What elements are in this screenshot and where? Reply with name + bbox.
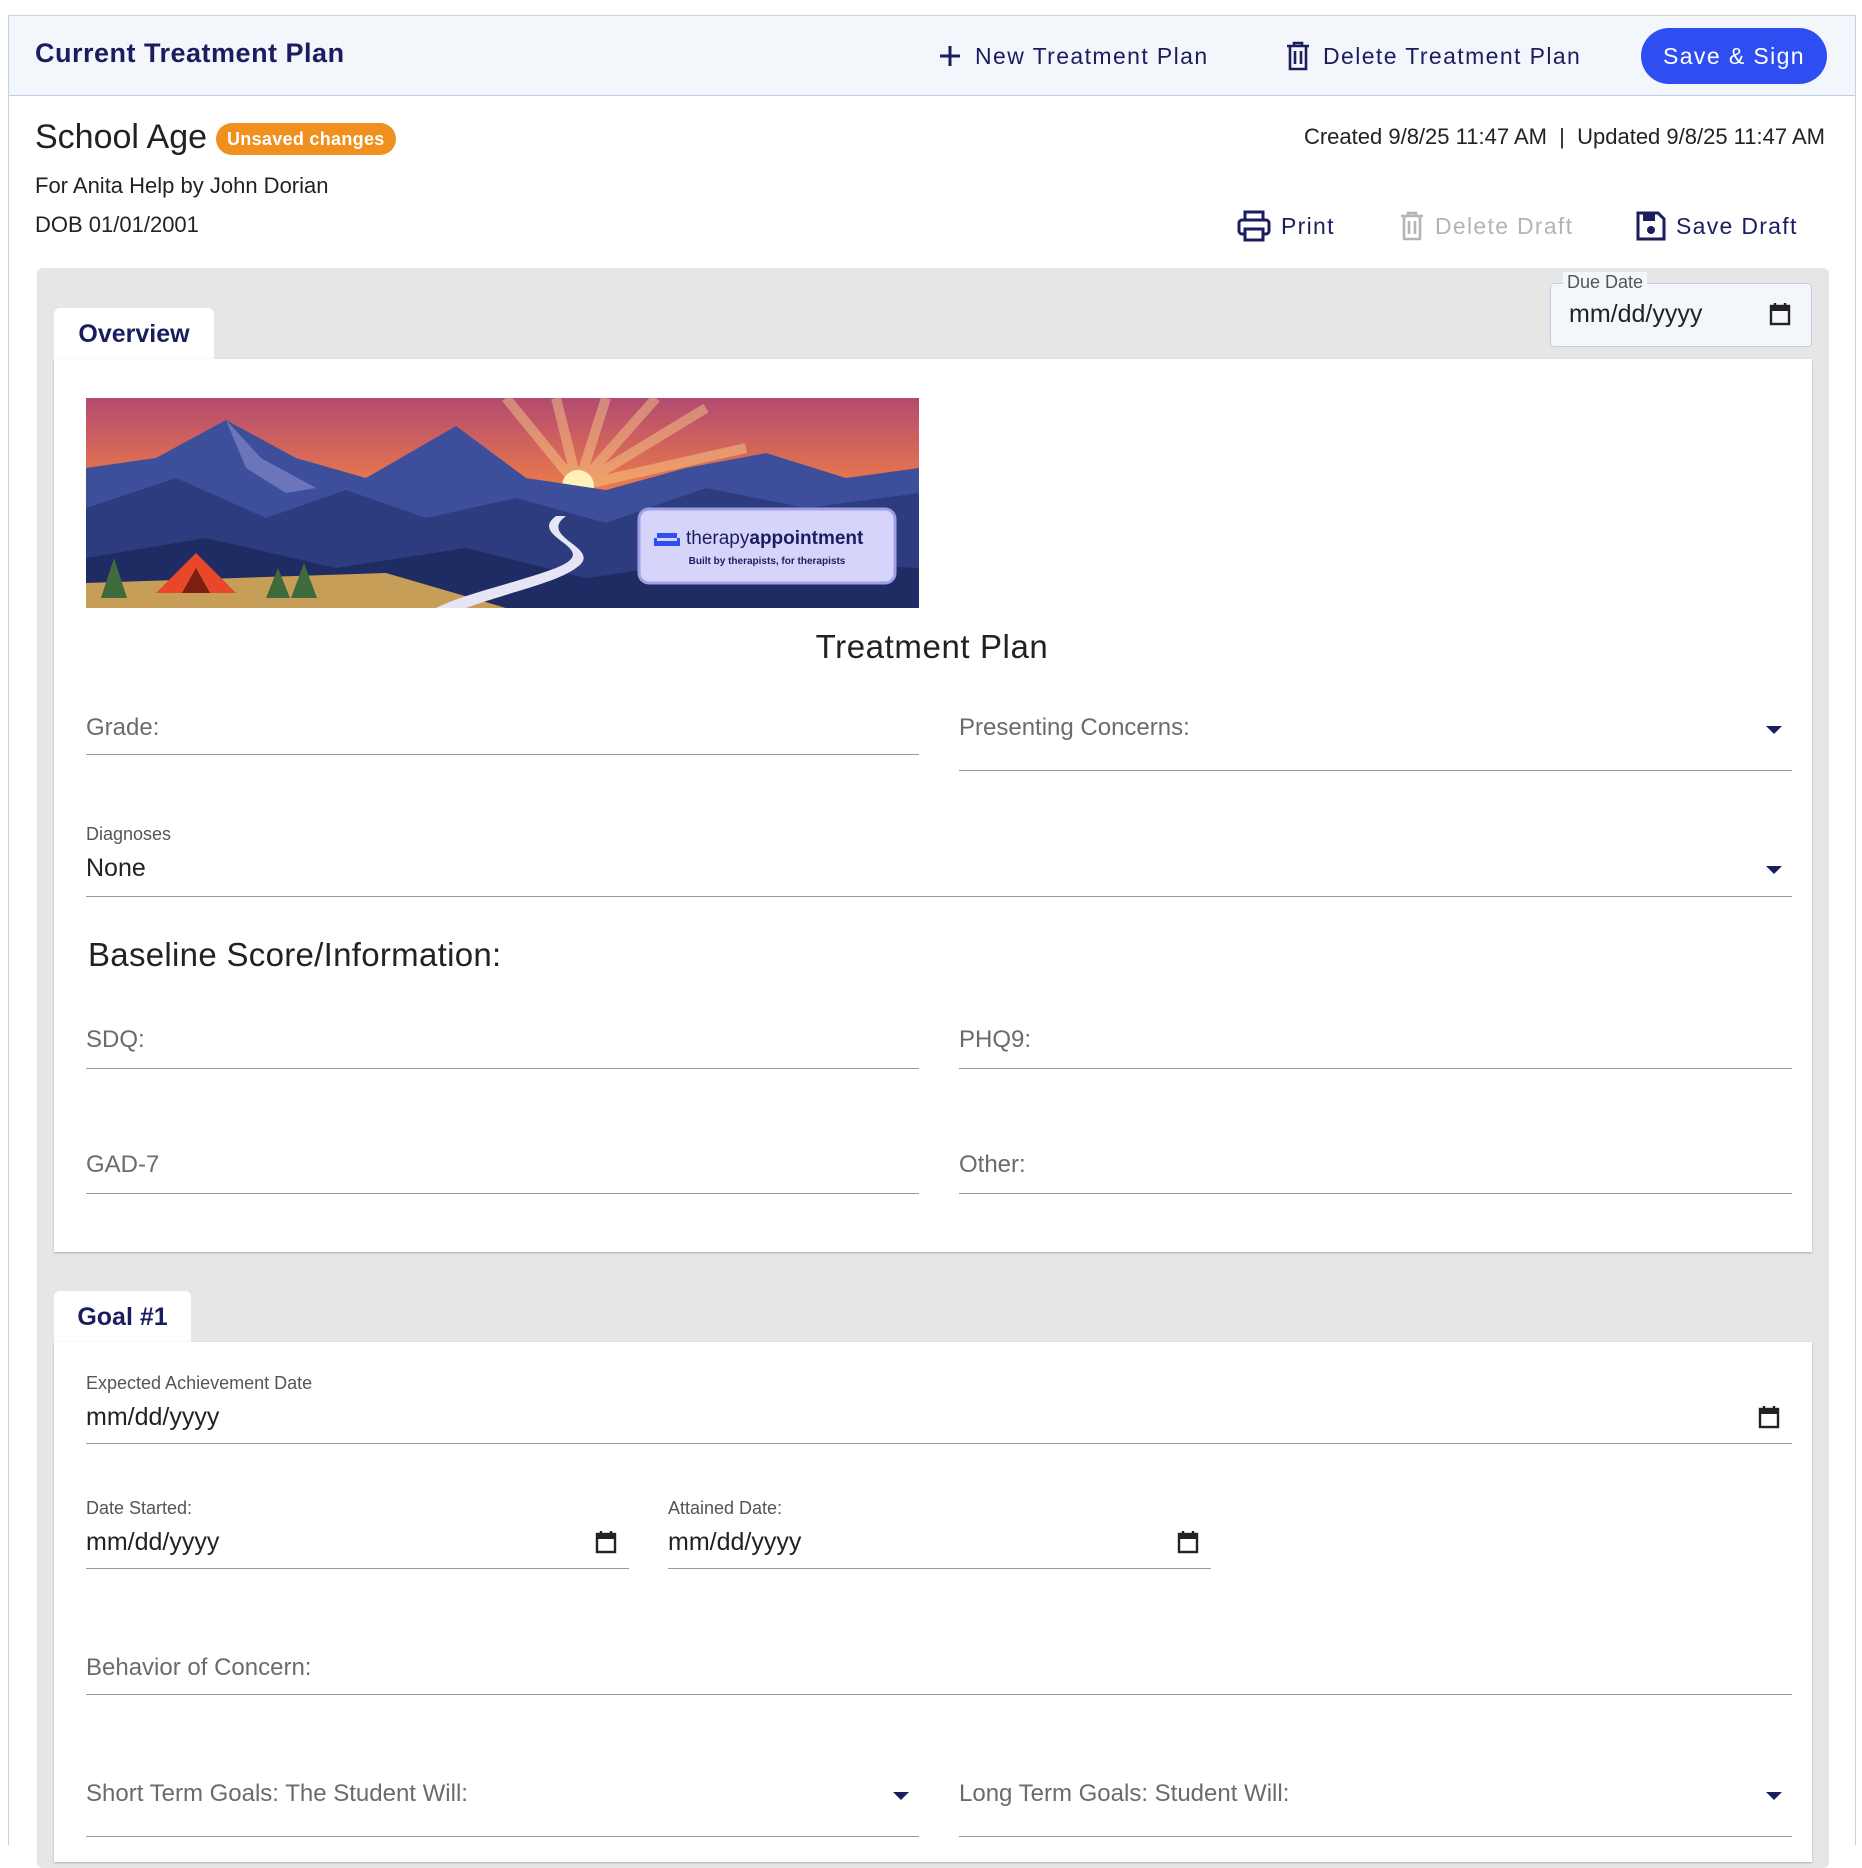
document-title: Treatment Plan <box>815 628 1049 665</box>
therapy-appointment-banner: therapyappointment Built by therapists, … <box>86 398 919 608</box>
plus-icon <box>940 46 960 66</box>
attained-date-value: mm/dd/yyyy <box>668 1528 802 1556</box>
new-treatment-plan-label: New Treatment Plan <box>975 42 1209 69</box>
due-date-value: mm/dd/yyyy <box>1569 300 1703 328</box>
calendar-icon[interactable] <box>1769 302 1791 326</box>
chevron-down-icon <box>893 1792 909 1800</box>
due-date-field[interactable]: Due Date mm/dd/yyyy <box>1550 272 1812 347</box>
trash-icon <box>1287 41 1309 71</box>
delete-draft-label: Delete Draft <box>1435 212 1574 239</box>
save-and-sign-button[interactable]: Save & Sign <box>1641 28 1827 84</box>
save-draft-button[interactable]: Save Draft <box>1636 206 1798 246</box>
plan-name: School Age <box>35 118 208 156</box>
presenting-concerns-placeholder: Presenting Concerns: <box>959 714 1190 741</box>
floppy-disk-icon <box>1636 211 1666 241</box>
chevron-down-icon <box>1766 1792 1782 1800</box>
calendar-icon[interactable] <box>595 1530 617 1554</box>
banner-brand-suffix: appointment <box>749 528 864 549</box>
short-term-goals-select[interactable]: Short Term Goals: The Student Will: <box>86 1772 919 1837</box>
print-button[interactable]: Print <box>1237 206 1335 246</box>
calendar-icon[interactable] <box>1758 1405 1780 1429</box>
trash-icon <box>1401 211 1423 241</box>
date-started-value: mm/dd/yyyy <box>86 1528 220 1556</box>
sdq-placeholder: SDQ: <box>86 1026 145 1053</box>
short-term-goals-placeholder: Short Term Goals: The Student Will: <box>86 1780 468 1807</box>
phq9-placeholder: PHQ9: <box>959 1026 1032 1053</box>
dob-line: DOB 01/01/2001 <box>35 212 199 237</box>
chevron-down-icon <box>1766 866 1782 874</box>
grade-placeholder: Grade: <box>86 714 160 741</box>
banner-brand-prefix: therapy <box>686 528 750 549</box>
baseline-heading: Baseline Score/Information: <box>88 936 502 973</box>
client-line: For Anita Help by John Dorian <box>35 173 329 198</box>
date-started-field[interactable]: Date Started: mm/dd/yyyy <box>86 1498 629 1569</box>
presenting-concerns-select[interactable]: Presenting Concerns: <box>959 706 1792 771</box>
expected-achievement-date-value: mm/dd/yyyy <box>86 1403 220 1431</box>
due-date-label: Due Date <box>1563 272 1648 293</box>
save-draft-label: Save Draft <box>1676 212 1798 239</box>
gad7-placeholder: GAD-7 <box>86 1151 160 1178</box>
behavior-of-concern-field[interactable]: Behavior of Concern: <box>86 1646 1792 1695</box>
diagnoses-label: Diagnoses <box>86 824 172 844</box>
unsaved-changes-badge: Unsaved changes <box>216 123 396 155</box>
svg-text:therapyappointment: therapyappointment <box>686 528 864 549</box>
created-updated-meta: Created 9/8/25 11:47 AM | Updated 9/8/25… <box>1303 124 1825 149</box>
long-term-goals-placeholder: Long Term Goals: Student Will: <box>959 1780 1290 1807</box>
new-treatment-plan-button[interactable]: New Treatment Plan <box>937 34 1209 78</box>
grade-field[interactable]: Grade: <box>86 706 919 755</box>
diagnoses-select[interactable]: Diagnoses None <box>86 824 1792 897</box>
other-field[interactable]: Other: <box>959 1143 1792 1194</box>
behavior-of-concern-placeholder: Behavior of Concern: <box>86 1654 312 1681</box>
chevron-down-icon <box>1766 726 1782 734</box>
delete-treatment-plan-button[interactable]: Delete Treatment Plan <box>1285 34 1581 78</box>
printer-icon <box>1237 210 1271 242</box>
tab-goal-1[interactable]: Goal #1 <box>54 1291 191 1343</box>
diagnoses-value: None <box>86 854 146 882</box>
long-term-goals-select[interactable]: Long Term Goals: Student Will: <box>959 1772 1792 1837</box>
print-label: Print <box>1281 212 1335 239</box>
expected-achievement-date-label: Expected Achievement Date <box>86 1373 313 1393</box>
other-placeholder: Other: <box>959 1151 1026 1178</box>
date-started-label: Date Started: <box>86 1498 193 1518</box>
tab-overview[interactable]: Overview <box>54 308 214 360</box>
banner-tagline: Built by therapists, for therapists <box>689 556 846 567</box>
page-title: Current Treatment Plan <box>35 38 345 68</box>
delete-treatment-plan-label: Delete Treatment Plan <box>1323 42 1582 69</box>
delete-draft-button[interactable]: Delete Draft <box>1399 206 1573 246</box>
treatment-plan-window: Current Treatment Plan New Treatment Pla… <box>8 15 1856 1868</box>
attained-date-label: Attained Date: <box>668 1498 783 1518</box>
calendar-icon[interactable] <box>1177 1530 1199 1554</box>
sdq-field[interactable]: SDQ: <box>86 1018 919 1069</box>
attained-date-field[interactable]: Attained Date: mm/dd/yyyy <box>668 1498 1211 1569</box>
top-bar: Current Treatment Plan New Treatment Pla… <box>9 16 1855 96</box>
phq9-field[interactable]: PHQ9: <box>959 1018 1792 1069</box>
gad7-field[interactable]: GAD-7 <box>86 1143 919 1194</box>
expected-achievement-date-field[interactable]: Expected Achievement Date mm/dd/yyyy <box>86 1373 1792 1444</box>
